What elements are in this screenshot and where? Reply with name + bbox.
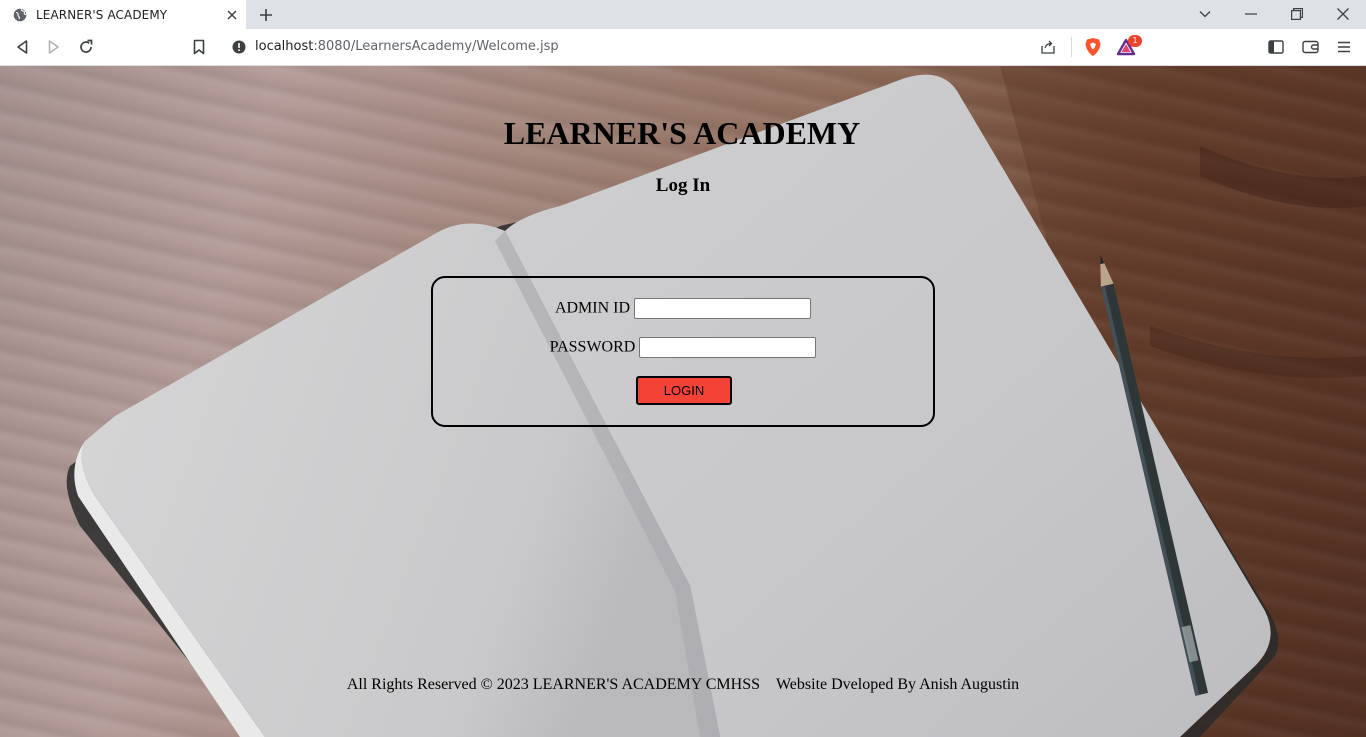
close-tab-icon[interactable]: [224, 7, 240, 23]
url-text: localhost:8080/LearnersAcademy/Welcome.j…: [255, 39, 559, 54]
browser-tab[interactable]: LEARNER'S ACADEMY: [0, 0, 246, 29]
wallet-icon[interactable]: [1300, 37, 1320, 57]
browser-toolbar: localhost:8080/LearnersAcademy/Welcome.j…: [0, 29, 1366, 66]
tab-strip: LEARNER'S ACADEMY: [0, 0, 1366, 29]
url-path: :8080/LearnersAcademy/Welcome.jsp: [313, 39, 559, 54]
reload-icon[interactable]: [76, 37, 96, 57]
footer: All Rights Reserved © 2023 LEARNER'S ACA…: [0, 676, 1366, 694]
page-viewport: LEARNER'S ACADEMY Log In ADMIN ID PASSWO…: [0, 66, 1366, 737]
globe-icon: [13, 8, 27, 22]
password-label: PASSWORD: [549, 338, 636, 356]
footer-rights: All Rights Reserved © 2023 LEARNER'S ACA…: [346, 676, 760, 693]
sidebar-icon[interactable]: [1266, 37, 1286, 57]
url-host: localhost: [255, 39, 314, 54]
notification-badge: 1: [1128, 35, 1142, 47]
minimize-icon[interactable]: [1240, 4, 1262, 24]
admin-id-input[interactable]: [634, 298, 812, 319]
info-icon[interactable]: [232, 40, 246, 59]
admin-id-label: ADMIN ID: [554, 299, 631, 317]
tab-title: LEARNER'S ACADEMY: [36, 7, 168, 22]
login-heading: Log In: [655, 175, 711, 196]
password-row: PASSWORD: [433, 337, 933, 358]
menu-icon[interactable]: [1334, 37, 1354, 57]
divider: [1071, 37, 1072, 57]
admin-id-row: ADMIN ID: [433, 298, 933, 319]
site-title: LEARNER'S ACADEMY: [503, 115, 861, 151]
login-button[interactable]: LOGIN: [636, 376, 732, 405]
password-input[interactable]: [639, 337, 817, 358]
footer-developer: Website Dveloped By Anish Augustin: [775, 676, 1020, 693]
restore-icon[interactable]: [1286, 4, 1308, 24]
bookmark-icon[interactable]: [189, 37, 209, 57]
new-tab-button[interactable]: [256, 5, 276, 25]
page-content: LEARNER'S ACADEMY Log In ADMIN ID PASSWO…: [0, 66, 1366, 737]
forward-arrow-icon[interactable]: [44, 37, 64, 57]
address-bar[interactable]: localhost:8080/LearnersAcademy/Welcome.j…: [222, 33, 1144, 61]
login-form: ADMIN ID PASSWORD LOGIN: [431, 276, 935, 427]
back-arrow-icon[interactable]: [12, 37, 32, 57]
brave-shields-icon[interactable]: [1084, 37, 1102, 62]
close-window-icon[interactable]: [1332, 4, 1354, 24]
share-icon[interactable]: [1040, 39, 1056, 60]
tab-search-chevron-icon[interactable]: [1194, 4, 1216, 24]
